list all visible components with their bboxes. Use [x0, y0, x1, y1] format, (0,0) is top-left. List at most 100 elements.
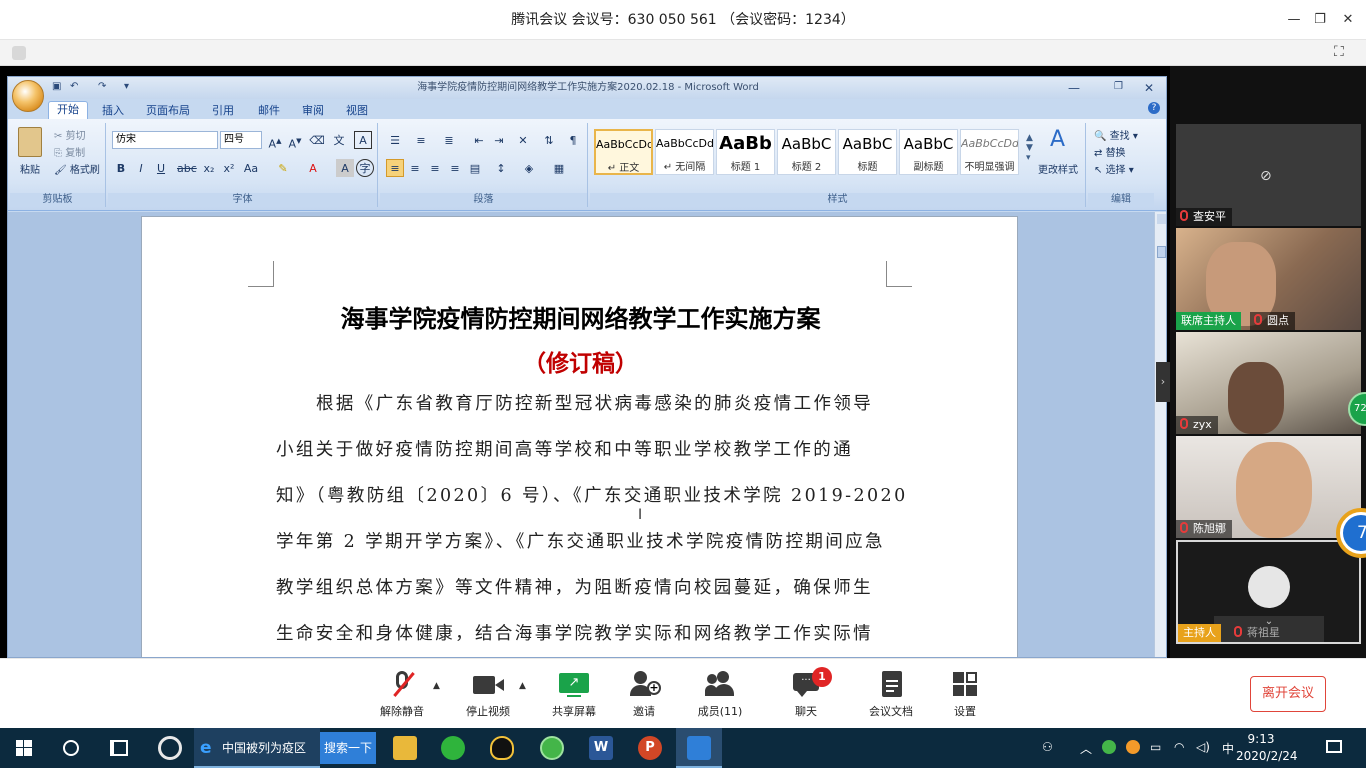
- search-button[interactable]: 搜索一下: [320, 732, 376, 764]
- chat-button[interactable]: ··· 聊天: [766, 665, 846, 725]
- italic-button[interactable]: I: [132, 159, 150, 177]
- phonetic-guide-icon[interactable]: 文: [330, 131, 348, 149]
- tab-view[interactable]: 视图: [346, 102, 368, 118]
- decrease-indent-icon[interactable]: ⇤: [470, 131, 488, 149]
- font-color-icon[interactable]: A: [304, 159, 322, 177]
- style-no-spacing[interactable]: AaBbCcDd ↵ 无间隔: [655, 129, 714, 175]
- superscript-icon[interactable]: x²: [220, 159, 238, 177]
- help-icon[interactable]: ?: [1148, 102, 1160, 114]
- tray-expand-icon[interactable]: ︿: [1080, 740, 1092, 757]
- format-painter-button[interactable]: 🖌 格式刷: [54, 161, 100, 176]
- styles-scroll-icon[interactable]: ▲ ▼ ▾: [1026, 133, 1033, 163]
- notification-icon[interactable]: [1326, 740, 1342, 753]
- meeting-docs-button[interactable]: 会议文档: [851, 665, 931, 725]
- participant-tile[interactable]: ⊘ 查安平: [1176, 124, 1361, 226]
- file-explorer-icon[interactable]: [393, 736, 417, 760]
- save-icon[interactable]: ▣: [52, 81, 61, 92]
- align-right-icon[interactable]: ≡: [426, 159, 444, 177]
- fullscreen-icon[interactable]: ⛶: [1334, 44, 1350, 60]
- tray-browser-icon[interactable]: [1102, 740, 1116, 754]
- ime-indicator[interactable]: 中: [1222, 740, 1234, 757]
- settings-button[interactable]: 设置: [925, 665, 1005, 725]
- tab-home[interactable]: 开始: [48, 101, 88, 119]
- redo-icon[interactable]: ↷: [98, 81, 106, 92]
- change-case-icon[interactable]: Aa: [242, 159, 260, 177]
- scroll-thumb[interactable]: [1157, 246, 1166, 258]
- change-styles-button[interactable]: 更改样式: [1038, 161, 1078, 176]
- task-view-icon[interactable]: [110, 740, 128, 756]
- show-marks-icon[interactable]: ¶: [564, 131, 582, 149]
- undo-icon[interactable]: ↶: [70, 81, 78, 92]
- highlight-icon[interactable]: ✎: [274, 159, 292, 177]
- word-icon[interactable]: W: [589, 736, 613, 760]
- chinese-layout-icon[interactable]: ✕: [514, 131, 532, 149]
- leave-meeting-button[interactable]: 离开会议: [1250, 676, 1326, 712]
- vertical-scrollbar[interactable]: [1154, 212, 1166, 657]
- search-circle-icon[interactable]: [63, 740, 79, 756]
- tray-app-icon[interactable]: [1126, 740, 1140, 754]
- distributed-icon[interactable]: ▤: [466, 159, 484, 177]
- style-normal[interactable]: AaBbCcDd ↵ 正文: [594, 129, 653, 175]
- clock-time[interactable]: 9:13: [1236, 732, 1286, 746]
- video-options-icon[interactable]: ▲: [519, 681, 526, 691]
- wechat-icon[interactable]: [441, 736, 465, 760]
- volume-icon[interactable]: ◁): [1196, 740, 1210, 754]
- clock-date[interactable]: 2020/2/24: [1236, 749, 1298, 763]
- paste-icon[interactable]: [18, 127, 42, 157]
- word-restore-button[interactable]: ❐: [1114, 81, 1123, 92]
- people-icon[interactable]: ⚇: [1042, 740, 1053, 754]
- subscript-icon[interactable]: x₂: [200, 159, 218, 177]
- participant-tile[interactable]: zyx: [1176, 332, 1361, 434]
- strikethrough-icon[interactable]: abc: [176, 159, 197, 177]
- cut-button[interactable]: ✂ 剪切: [54, 127, 86, 142]
- numbering-icon[interactable]: ≡: [412, 131, 430, 149]
- ie-taskbar-item[interactable]: e 中国被列为疫区: [194, 728, 320, 768]
- find-button[interactable]: 🔍 查找 ▾: [1094, 127, 1138, 142]
- char-border-icon[interactable]: A: [354, 131, 372, 149]
- paste-button[interactable]: 粘贴: [20, 161, 40, 176]
- increase-indent-icon[interactable]: ⇥: [490, 131, 508, 149]
- grow-font-icon[interactable]: A▲: [266, 131, 284, 151]
- align-left-icon[interactable]: ≡: [386, 159, 404, 177]
- app-launcher-icon[interactable]: [158, 736, 182, 760]
- unmute-button[interactable]: 解除静音: [362, 665, 442, 725]
- windows-start-icon[interactable]: [16, 740, 32, 756]
- word-close-button[interactable]: ✕: [1144, 81, 1154, 95]
- wifi-icon[interactable]: ◠: [1174, 740, 1184, 754]
- audio-options-icon[interactable]: ▲: [433, 681, 440, 691]
- shading-icon[interactable]: ◈: [520, 159, 538, 177]
- sort-icon[interactable]: ⇅: [540, 131, 558, 149]
- stop-video-button[interactable]: 停止视频: [448, 665, 528, 725]
- shrink-font-icon[interactable]: A▼: [286, 131, 304, 151]
- tab-review[interactable]: 审阅: [302, 102, 324, 118]
- restore-button[interactable]: ❐: [1308, 8, 1332, 32]
- share-screen-button[interactable]: ↗ 共享屏幕: [534, 665, 614, 725]
- font-size-combo[interactable]: 四号: [220, 131, 262, 149]
- enclose-char-icon[interactable]: 字: [356, 159, 374, 177]
- close-button[interactable]: ✕: [1336, 8, 1360, 32]
- underline-button[interactable]: U: [152, 159, 170, 177]
- invite-button[interactable]: + 邀请: [604, 665, 684, 725]
- tab-page-layout[interactable]: 页面布局: [146, 102, 190, 118]
- multilevel-list-icon[interactable]: ≣: [440, 131, 458, 149]
- select-button[interactable]: ↖ 选择 ▾: [1094, 161, 1134, 176]
- bullets-icon[interactable]: ☰: [386, 131, 404, 149]
- document-page[interactable]: 海事学院疫情防控期间网络教学工作实施方案 （修订稿） 根据《广东省教育厅防控新型…: [141, 216, 1018, 657]
- borders-icon[interactable]: ▦: [550, 159, 568, 177]
- qat-dropdown-icon[interactable]: ▾: [124, 81, 129, 92]
- office-button[interactable]: [12, 80, 44, 112]
- participant-tile[interactable]: 联席主持人 圆点: [1176, 228, 1361, 330]
- char-shading-icon[interactable]: A: [336, 159, 354, 177]
- font-name-combo[interactable]: 仿宋: [112, 131, 218, 149]
- tencent-meeting-taskbar-item[interactable]: [676, 728, 722, 768]
- style-heading-2[interactable]: AaBbC 标题 2: [777, 129, 836, 175]
- tab-insert[interactable]: 插入: [102, 102, 124, 118]
- participant-tile[interactable]: ⌄ 主持人 蒋祖星: [1176, 540, 1361, 644]
- scroll-up-icon[interactable]: [1157, 214, 1166, 224]
- style-subtle-emphasis[interactable]: AaBbCcDd 不明显强调: [960, 129, 1019, 175]
- align-center-icon[interactable]: ≡: [406, 159, 424, 177]
- battery-icon[interactable]: ▭: [1150, 740, 1161, 754]
- copy-button[interactable]: ⎘ 复制: [54, 144, 85, 159]
- powerpoint-icon[interactable]: P: [638, 736, 662, 760]
- members-button[interactable]: 成员(11): [680, 665, 760, 725]
